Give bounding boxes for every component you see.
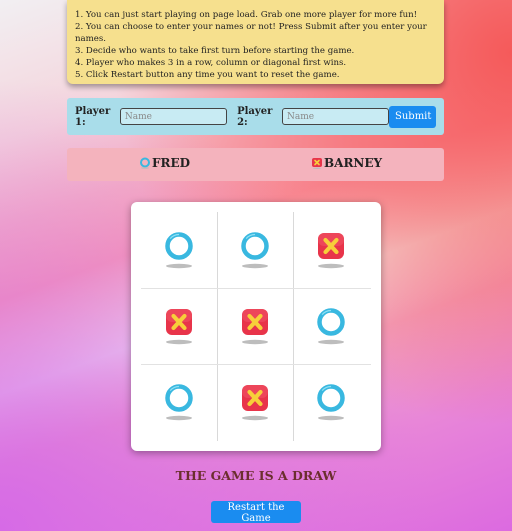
- instruction-item: 5. Click Restart button any time you wan…: [75, 70, 340, 80]
- cross-icon: [242, 309, 268, 345]
- circle-icon: [317, 384, 345, 421]
- game-result: THE GAME IS A DRAW: [175, 468, 337, 483]
- cross-icon: [312, 158, 322, 169]
- board-cell[interactable]: [217, 364, 293, 440]
- instruction-item: 4. Player who makes 3 in a row, column o…: [75, 58, 347, 68]
- instruction-item: 2. You can choose to enter your names or…: [75, 22, 427, 44]
- board-grid: [141, 212, 371, 441]
- player1-label: Player 1:: [75, 105, 111, 128]
- circle-icon: [140, 157, 150, 169]
- player1-display: FRED: [139, 156, 190, 170]
- board-cell[interactable]: [217, 212, 293, 288]
- submit-button[interactable]: Submit: [389, 105, 436, 128]
- instruction-item: 3. Decide who wants to take first turn b…: [75, 46, 355, 56]
- player1-name: FRED: [152, 156, 191, 170]
- instructions-panel: 1. You can just start playing on page lo…: [67, 0, 444, 84]
- cross-icon: [166, 309, 192, 345]
- player2-name: BARNEY: [324, 156, 383, 170]
- player-names-bar: FRED BARNEY: [67, 148, 444, 181]
- circle-icon: [241, 232, 269, 269]
- player-name-form: Player 1: Player 2: Submit: [67, 98, 444, 135]
- circle-icon: [165, 384, 193, 421]
- board-cell[interactable]: [141, 364, 217, 440]
- cross-icon: [318, 233, 344, 269]
- board-cell[interactable]: [293, 364, 369, 440]
- player2-label: Player 2:: [237, 105, 273, 128]
- instructions-list: 1. You can just start playing on page lo…: [75, 9, 436, 81]
- player2-name-input[interactable]: [282, 108, 389, 125]
- game-board: [131, 202, 381, 451]
- board-cell[interactable]: [217, 288, 293, 364]
- board-cell[interactable]: [141, 288, 217, 364]
- instruction-item: 1. You can just start playing on page lo…: [75, 10, 418, 20]
- circle-icon: [165, 232, 193, 269]
- player2-display: BARNEY: [311, 156, 382, 170]
- player1-name-input[interactable]: [119, 108, 227, 125]
- cross-icon: [242, 385, 268, 421]
- board-cell[interactable]: [293, 212, 369, 288]
- board-cell[interactable]: [293, 288, 369, 364]
- board-cell[interactable]: [141, 212, 217, 288]
- restart-button[interactable]: Restart the Game: [211, 501, 301, 524]
- circle-icon: [317, 308, 345, 345]
